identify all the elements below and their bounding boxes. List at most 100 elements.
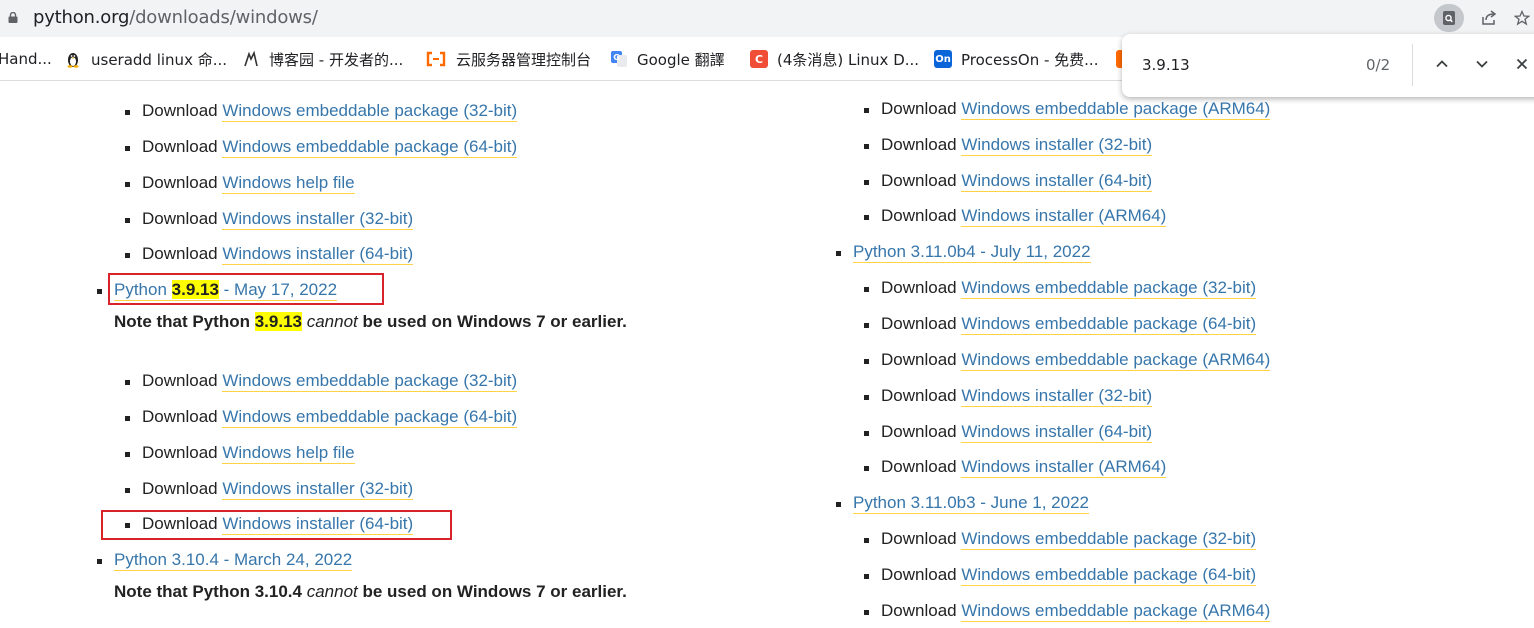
google-translate-icon: G [611,51,627,67]
bookmark-item[interactable]: On ProcessOn - 免费... [934,48,1098,70]
download-link[interactable]: Windows embeddable package (64-bit) [961,314,1257,335]
annotation-box [108,273,384,305]
download-label: Download [881,206,957,225]
download-link[interactable]: Windows embeddable package (32-bit) [961,278,1257,299]
processon-icon: On [934,50,952,68]
search-page-icon [1443,11,1455,25]
download-label: Download [142,209,218,228]
list-item: Download Windows installer (32-bit) [124,477,414,501]
find-close-button[interactable] [1510,52,1534,76]
download-label: Download [881,386,957,405]
release-note: Note that Python 3.10.4 cannot be used o… [114,582,627,602]
find-input[interactable]: 3.9.13 [1142,56,1190,74]
list-item: Download Windows help file [125,171,355,195]
download-label: Download [142,173,218,192]
release-link-3-10-4[interactable]: Python 3.10.4 - March 24, 2022 [114,550,353,571]
download-link[interactable]: Windows embeddable package (ARM64) [961,601,1271,622]
bookmark-label: 云服务器管理控制台 [456,50,592,69]
download-label: Download [881,601,957,620]
download-label: Download [881,278,957,297]
list-item: Download Windows installer (ARM64) [863,204,1167,228]
download-link[interactable]: Windows installer (ARM64) [961,206,1167,227]
find-previous-button[interactable] [1430,52,1454,76]
find-next-button[interactable] [1470,52,1494,76]
downloads-page-content: Download Windows embeddable package (32-… [0,82,1534,628]
bookmark-label: Hand... [0,50,52,68]
list-item: Download Windows embeddable package (64-… [863,563,1257,587]
address-bar[interactable]: python.org/downloads/windows/ [0,0,1534,37]
download-link[interactable]: Windows embeddable package (ARM64) [961,99,1271,120]
list-item: Download Windows installer (64-bit) [124,242,414,266]
release-link-3-11-0b3[interactable]: Python 3.11.0b3 - June 1, 2022 [853,493,1089,514]
download-label: Download [142,443,218,462]
list-item: Download Windows embeddable package (ARM… [863,97,1271,121]
bookmark-item[interactable]: useradd linux 命... [64,48,227,70]
download-link[interactable]: Windows help file [222,173,355,194]
chevron-up-icon [1436,60,1448,68]
release-item: Python 3.11.0b3 - June 1, 2022 [836,491,1089,515]
download-link[interactable]: Windows installer (64-bit) [961,422,1153,443]
chevron-down-icon [1476,60,1488,68]
download-label: Download [881,529,957,548]
bookmark-label: useradd linux 命... [91,50,228,69]
find-in-page-button[interactable] [1434,4,1464,32]
list-item: Download Windows installer (32-bit) [863,133,1153,157]
bookmark-label: (4条消息) Linux D... [777,50,920,69]
release-link-3-11-0b4[interactable]: Python 3.11.0b4 - July 11, 2022 [853,242,1091,263]
url-text[interactable]: python.org/downloads/windows/ [33,7,318,28]
list-item: Download Windows embeddable package (32-… [124,369,518,393]
download-link[interactable]: Windows embeddable package (32-bit) [961,529,1257,550]
download-label: Download [142,101,218,120]
bookmark-item[interactable]: C (4条消息) Linux D... [750,48,919,70]
download-label: Download [142,407,218,426]
release-item: Python 3.11.0b4 - July 11, 2022 [836,240,1091,264]
list-item: Download Windows installer (32-bit) [124,207,414,231]
release-item: Python 3.10.4 - March 24, 2022 [96,548,353,572]
download-label: Download [142,244,218,263]
download-label: Download [881,457,957,476]
download-link[interactable]: Windows installer (ARM64) [961,457,1167,478]
share-button[interactable] [1474,4,1504,32]
bookmark-label: ProcessOn - 免费... [961,50,1099,69]
list-item: Download Windows installer (32-bit) [863,384,1153,408]
download-link[interactable]: Windows embeddable package (ARM64) [961,350,1271,371]
bookmark-item[interactable]: Hand... [0,48,52,70]
download-label: Download [142,371,218,390]
bookmark-label: Google 翻譯 [637,50,725,69]
download-link[interactable]: Windows installer (32-bit) [222,479,414,500]
bookmark-star-button[interactable] [1510,4,1534,32]
list-item: Download Windows embeddable package (64-… [124,405,518,429]
download-link[interactable]: Windows help file [222,443,355,464]
download-link[interactable]: Windows embeddable package (32-bit) [222,371,518,392]
close-icon [1516,58,1528,70]
note-emphasis: cannot [306,582,358,601]
download-link[interactable]: Windows installer (64-bit) [222,244,414,265]
url-host: python.org [33,7,130,28]
cnblogs-icon [244,50,258,67]
note-prefix: Note that Python [114,312,255,331]
aliyun-icon [426,51,446,67]
download-link[interactable]: Windows embeddable package (64-bit) [961,565,1257,586]
download-link[interactable]: Windows embeddable package (32-bit) [222,101,518,122]
download-link[interactable]: Windows installer (32-bit) [222,209,414,230]
download-label: Download [881,171,957,190]
download-link[interactable]: Windows installer (32-bit) [961,386,1153,407]
download-link[interactable]: Windows embeddable package (64-bit) [222,407,518,428]
bookmark-item[interactable]: 云服务器管理控制台 [425,48,591,70]
list-item: Download Windows installer (ARM64) [863,455,1167,479]
list-item: Download Windows embeddable package (ARM… [863,599,1271,623]
download-label: Download [881,565,957,584]
download-link[interactable]: Windows installer (64-bit) [961,171,1153,192]
download-label: Download [142,479,218,498]
note-suffix: be used on Windows 7 or earlier. [357,312,627,331]
bookmark-item[interactable]: G Google 翻譯 [610,48,725,70]
list-item: Download Windows embeddable package (32-… [124,99,518,123]
download-link[interactable]: Windows installer (32-bit) [961,135,1153,156]
release-note: Note that Python 3.9.13 cannot be used o… [114,312,627,332]
find-match-count: 0/2 [1366,56,1391,74]
download-label: Download [881,422,957,441]
lock-icon[interactable] [8,12,18,23]
list-item: Download Windows embeddable package (ARM… [863,348,1271,372]
bookmark-item[interactable]: 博客园 - 开发者的... [242,48,403,70]
download-link[interactable]: Windows embeddable package (64-bit) [222,137,518,158]
